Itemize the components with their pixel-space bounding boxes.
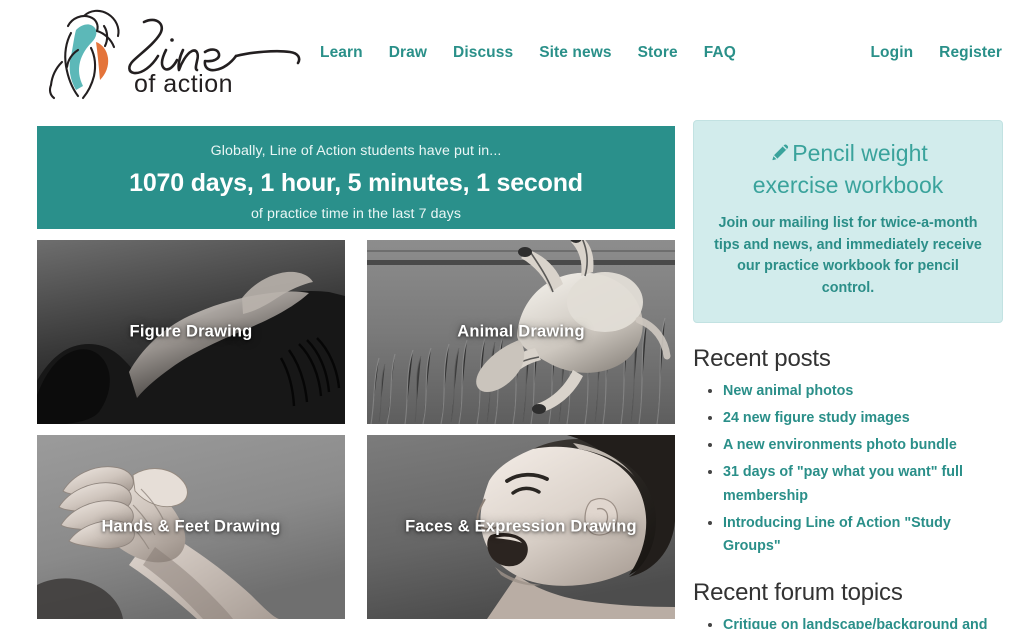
tile-faces-expression-drawing[interactable]: Faces & Expression Drawing [367, 435, 675, 619]
promo-title: Pencil weight exercise workbook [710, 139, 986, 201]
tile-label: Hands & Feet Drawing [101, 517, 281, 536]
nav-item-store[interactable]: Store [638, 44, 678, 62]
main-nav[interactable]: Learn Draw Discuss Site news Store FAQ [320, 44, 736, 62]
tile-row: Figure Drawing Animal Drawing [37, 240, 677, 424]
recent-post-link[interactable]: Introducing Line of Action "Study Groups… [723, 515, 951, 554]
list-item: 31 days of "pay what you want" full memb… [723, 460, 1003, 506]
stats-total-time: 1070 days, 1 hour, 5 minutes, 1 second [129, 169, 583, 198]
forum-topic-link[interactable]: Critique on landscape/background and bui… [723, 617, 988, 629]
list-item: New animal photos [723, 379, 1003, 402]
homepage: of action Learn Draw Discuss Site news S… [0, 0, 1024, 629]
recent-post-link[interactable]: 24 new figure study images [723, 410, 910, 426]
list-item: Critique on landscape/background and bui… [723, 613, 1003, 629]
list-item: A new environments photo bundle [723, 433, 1003, 456]
promo-pencil-workbook[interactable]: Pencil weight exercise workbook Join our… [693, 120, 1003, 323]
recent-post-link[interactable]: New animal photos [723, 383, 853, 399]
tile-row: Hands & Feet Drawing Faces & Expression … [37, 435, 677, 619]
tile-animal-drawing[interactable]: Animal Drawing [367, 240, 675, 424]
nav-item-learn[interactable]: Learn [320, 44, 363, 62]
site-logo[interactable]: of action [38, 6, 308, 102]
svg-text:of action: of action [134, 70, 233, 98]
promo-body: Join our mailing list for twice-a-month … [714, 214, 982, 297]
practice-stats-banner: Globally, Line of Action students have p… [37, 126, 675, 229]
recent-post-link[interactable]: 31 days of "pay what you want" full memb… [723, 464, 963, 503]
promo-title-line2: exercise workbook [752, 172, 944, 199]
recent-forum-topics-list: Critique on landscape/background and bui… [693, 613, 1003, 629]
pencil-icon [768, 140, 792, 171]
tile-hands-feet-drawing[interactable]: Hands & Feet Drawing [37, 435, 345, 619]
register-link[interactable]: Register [939, 44, 1002, 62]
tile-label: Faces & Expression Drawing [405, 517, 637, 536]
site-header: of action Learn Draw Discuss Site news S… [0, 0, 1024, 110]
list-item: Introducing Line of Action "Study Groups… [723, 511, 1003, 557]
main-content: Globally, Line of Action students have p… [0, 110, 1024, 629]
nav-item-draw[interactable]: Draw [389, 44, 427, 62]
nav-item-site-news[interactable]: Site news [539, 44, 611, 62]
list-item: 24 new figure study images [723, 406, 1003, 429]
auth-links[interactable]: Login Register [870, 44, 1002, 62]
category-tiles: Figure Drawing Animal Drawing Hands & Fe… [37, 240, 677, 629]
recent-post-link[interactable]: A new environments photo bundle [723, 437, 957, 453]
login-link[interactable]: Login [870, 44, 913, 62]
tile-label: Figure Drawing [129, 322, 253, 341]
recent-posts-heading: Recent posts [693, 344, 831, 372]
nav-item-discuss[interactable]: Discuss [453, 44, 513, 62]
recent-posts-list: New animal photos 24 new figure study im… [693, 379, 1003, 557]
tile-figure-drawing[interactable]: Figure Drawing [37, 240, 345, 424]
stats-lead-text: Globally, Line of Action students have p… [210, 143, 502, 159]
nav-item-faq[interactable]: FAQ [704, 44, 736, 62]
promo-title-line1: Pencil weight [792, 140, 928, 166]
stats-tail-text: of practice time in the last 7 days [250, 206, 462, 223]
logo-artwork: of action [48, 9, 301, 100]
tile-label: Animal Drawing [457, 322, 585, 341]
sidebar: Pencil weight exercise workbook Join our… [693, 120, 1003, 629]
recent-forum-topics-heading: Recent forum topics [693, 579, 903, 607]
